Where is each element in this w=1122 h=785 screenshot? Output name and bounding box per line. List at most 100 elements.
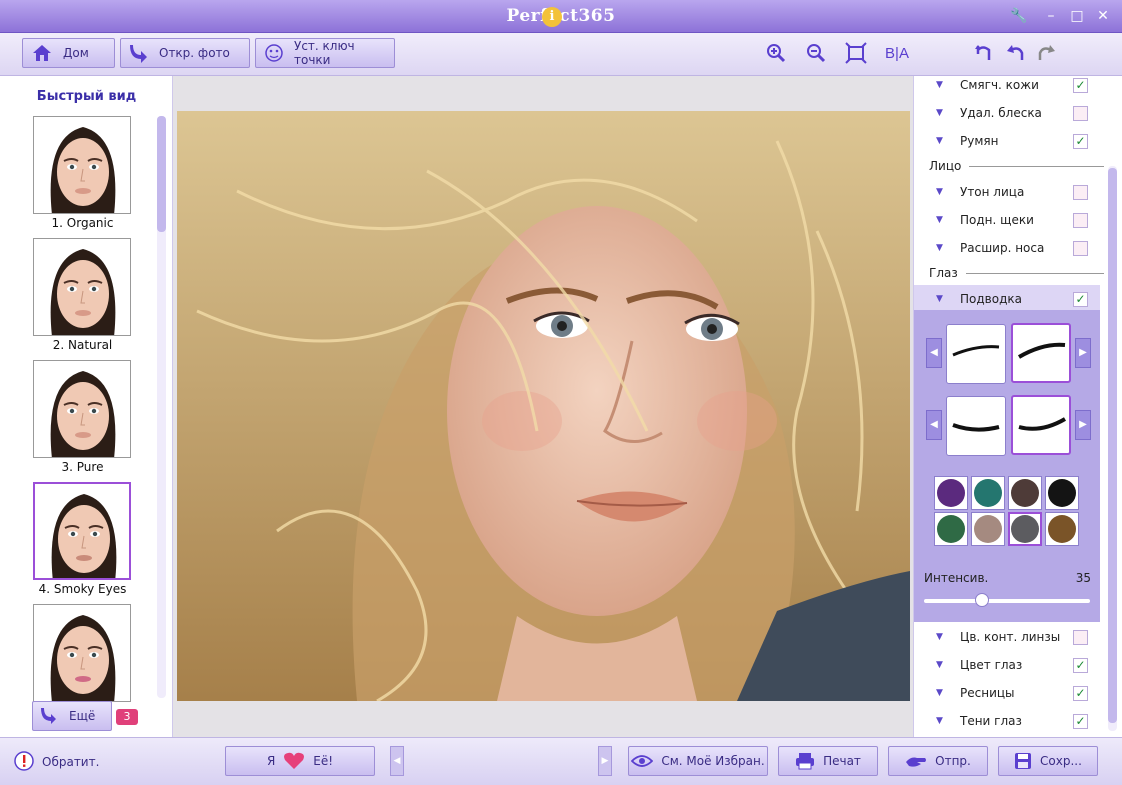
expand-triangle-icon: ▼ (936, 716, 943, 726)
print-button[interactable]: Печат (778, 746, 878, 776)
left-scrollbar-thumb[interactable] (157, 116, 166, 232)
intensity-slider[interactable] (924, 599, 1090, 603)
feature-label: Удал. блеска (960, 106, 1042, 120)
send-hand-icon (906, 757, 927, 767)
color-swatch[interactable] (971, 512, 1005, 546)
close-button[interactable]: ✕ (1092, 6, 1114, 26)
home-button[interactable]: Дом (22, 38, 115, 68)
color-swatch[interactable] (1008, 476, 1042, 510)
feature-checkbox[interactable] (1073, 105, 1088, 121)
fit-screen-icon[interactable] (844, 42, 868, 66)
expand-triangle-icon: ▼ (936, 136, 943, 146)
eyeliner-brush-4[interactable] (1011, 395, 1071, 455)
feature-checkbox[interactable]: ✓ (1073, 713, 1088, 729)
feature-row[interactable]: ▼ Удал. блеска (914, 99, 1104, 127)
expand-triangle-icon: ▼ (936, 294, 943, 304)
more-looks-label: Ещё (69, 709, 96, 723)
arrow-curve-icon (130, 45, 147, 63)
feature-row[interactable]: ▼ Подн. щеки (914, 206, 1104, 234)
look-thumbnail[interactable] (33, 116, 131, 214)
feature-checkbox[interactable]: ✓ (1073, 685, 1088, 701)
look-label: 4. Smoky Eyes (38, 582, 127, 596)
right-scrollbar-thumb[interactable] (1108, 168, 1117, 723)
feature-checkbox[interactable]: ✓ (1073, 657, 1088, 673)
look-thumbnail[interactable] (33, 604, 131, 702)
look-thumbnail[interactable] (33, 482, 131, 580)
look-label: 1. Organic (51, 216, 114, 230)
color-swatch[interactable] (934, 512, 968, 546)
feature-row[interactable]: ▼ Расшир. носа (914, 234, 1104, 262)
undo-all-icon[interactable] (972, 42, 996, 66)
toolbar: Дом Откр. фото Уст. ключ точки B|A (0, 33, 1122, 76)
look-label: 3. Pure (61, 460, 104, 474)
look-thumbnail[interactable] (33, 360, 131, 458)
feature-checkbox[interactable] (1073, 184, 1088, 200)
feature-checkbox[interactable] (1073, 240, 1088, 256)
color-swatch[interactable] (1008, 512, 1042, 546)
undo-icon[interactable] (1004, 42, 1028, 66)
feature-row[interactable]: ▼ Утон лица (914, 178, 1104, 206)
eyeliner-row[interactable]: ▼ Подводка ✓ (914, 285, 1100, 313)
photo-canvas[interactable] (177, 111, 910, 701)
color-swatch[interactable] (1045, 476, 1079, 510)
favorites-button[interactable]: См. Моё Избран. (628, 746, 768, 776)
settings-wrench-icon[interactable]: 🔧 (1008, 6, 1030, 26)
feature-checkbox[interactable] (1073, 212, 1088, 228)
feature-checkbox[interactable]: ✓ (1073, 133, 1088, 149)
section-eyes-label: Глаз (929, 266, 958, 280)
love-button[interactable]: Я Её! (225, 746, 375, 776)
look-thumbnail[interactable] (33, 238, 131, 336)
intensity-slider-handle[interactable] (975, 593, 990, 607)
intensity-label: Интенсив. (924, 571, 989, 585)
printer-icon (796, 753, 815, 770)
eyeliner-brush-3[interactable] (946, 396, 1006, 456)
minimize-button[interactable]: – (1040, 6, 1062, 26)
color-swatch[interactable] (934, 476, 968, 510)
redo-icon[interactable] (1034, 42, 1058, 66)
feature-label: Расшир. носа (960, 241, 1045, 255)
feature-row[interactable]: ▼ Смягч. кожи ✓ (914, 71, 1104, 99)
before-after-toggle[interactable]: B|A (882, 42, 912, 66)
quick-view-panel: Быстрый вид 1. Organic 2. Natural 3. Pure 4… (0, 76, 173, 737)
expand-triangle-icon: ▼ (936, 108, 943, 118)
feature-row[interactable]: ▼ Цвет глаз ✓ (914, 651, 1104, 679)
send-button[interactable]: Отпр. (888, 746, 988, 776)
expand-triangle-icon: ▼ (936, 215, 943, 225)
info-icon[interactable]: i (542, 7, 562, 27)
home-label: Дом (63, 46, 89, 60)
look-label: 2. Natural (52, 338, 113, 352)
print-label: Печат (823, 754, 861, 768)
more-looks-button[interactable]: Ещё (32, 701, 112, 731)
scroll-right-button[interactable]: ▶ (598, 746, 612, 776)
feedback-link[interactable]: Обратит. (14, 751, 99, 773)
open-photo-button[interactable]: Откр. фото (120, 38, 250, 68)
feature-row[interactable]: ▼ Цв. конт. линзы (914, 623, 1104, 651)
zoom-out-icon[interactable] (804, 42, 828, 66)
feature-label: Подн. щеки (960, 213, 1034, 227)
open-photo-label: Откр. фото (159, 46, 230, 60)
brush-prev-button[interactable]: ◀ (926, 338, 942, 368)
eyeliner-brush-2[interactable] (1011, 323, 1071, 383)
feature-row[interactable]: ▼ Румян ✓ (914, 127, 1104, 155)
floppy-disk-icon (1015, 753, 1032, 769)
feature-label: Смягч. кожи (960, 78, 1039, 92)
eyeliner-checkbox[interactable]: ✓ (1073, 291, 1088, 307)
feature-row[interactable]: ▼ Тени глаз ✓ (914, 707, 1104, 735)
scroll-left-button[interactable]: ◀ (390, 746, 404, 776)
color-swatch[interactable] (1045, 512, 1079, 546)
feature-checkbox[interactable] (1073, 629, 1088, 645)
save-button[interactable]: Сохр... (998, 746, 1098, 776)
feature-label: Румян (960, 134, 999, 148)
eyeliner-brush-1[interactable] (946, 324, 1006, 384)
set-key-points-button[interactable]: Уст. ключ точки (255, 38, 395, 68)
brush-next-button-2[interactable]: ▶ (1075, 410, 1091, 440)
feature-row[interactable]: ▼ Ресницы ✓ (914, 679, 1104, 707)
brush-prev-button-2[interactable]: ◀ (926, 410, 942, 440)
maximize-button[interactable]: □ (1066, 6, 1088, 26)
color-swatch[interactable] (971, 476, 1005, 510)
more-looks-badge: 3 (116, 709, 138, 725)
zoom-in-icon[interactable] (764, 42, 788, 66)
brush-next-button[interactable]: ▶ (1075, 338, 1091, 368)
feature-checkbox[interactable]: ✓ (1073, 77, 1088, 93)
love-right-label: Её! (313, 754, 334, 768)
